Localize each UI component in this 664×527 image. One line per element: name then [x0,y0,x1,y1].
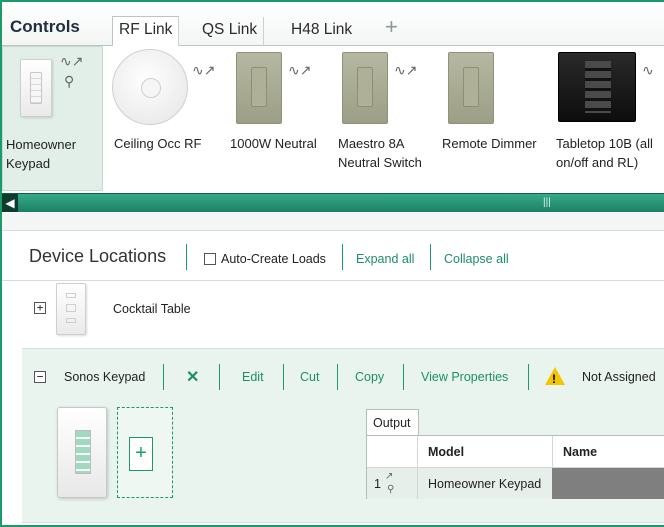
view-properties-link[interactable]: View Properties [421,370,508,384]
rf-signal-icon: ↗ [385,471,394,482]
gallery-item-tabletop-10b[interactable]: ∿ Tabletop 10B (all on/off and RL) [554,46,664,191]
collapse-icon[interactable]: − [34,371,46,383]
table-row[interactable]: 1 ↗ ⚲ Homeowner Keypad [367,467,664,499]
panel-divider [2,213,664,231]
gallery-scrollbar[interactable]: ◀ ||| [2,193,664,212]
gallery-item-label: Maestro 8A Neutral Switch [338,136,422,170]
row-index: 1 [374,477,381,491]
tab-rf-link[interactable]: RF Link [112,16,180,47]
toolbar-separator [342,244,343,270]
collapse-all-link[interactable]: Collapse all [444,252,509,266]
gallery-item-label: 1000W Neutral [230,136,317,151]
expand-all-link[interactable]: Expand all [356,252,414,266]
tab-qs-link-label: QS Link [202,21,258,38]
tab-rf-link-label: RF Link [119,21,173,38]
toolbar-separator [163,364,164,390]
tab-h48-link-label: H48 Link [291,21,353,38]
column-header-model[interactable]: Model [428,436,464,467]
rf-signal-icon: ∿↗ [60,53,84,69]
header-divider [2,280,664,281]
gallery-item-ceiling-occ-rf[interactable]: ∿↗ Ceiling Occ RF [108,46,224,191]
output-table: Model Name 1 ↗ ⚲ Homeowner Keypad [366,435,664,499]
gallery-item-label: Ceiling Occ RF [114,136,202,151]
device-gallery: ∿↗ ⚲ Homeowner Keypad ∿↗ Ceiling Occ RF … [2,46,664,192]
rf-signal-icon: ∿ [642,62,654,78]
row-model: Homeowner Keypad [428,477,542,491]
gallery-item-label: Tabletop 10B (all on/off and RL) [556,136,653,170]
tab-output[interactable]: Output [366,409,419,435]
rf-signal-icon: ∿↗ [288,62,312,78]
toolbar-separator [283,364,284,390]
cut-link[interactable]: Cut [300,370,319,384]
tab-bar: Controls RF Link QS Link H48 Link + [2,2,664,47]
tab-output-label: Output [373,416,411,430]
gallery-item-maestro-8a[interactable]: ∿↗ Maestro 8A Neutral Switch [336,46,440,191]
antenna-icon: ⚲ [387,484,395,495]
group-bottom-divider [22,522,664,523]
toolbar-separator [337,364,338,390]
device-locations-title: Device Locations [29,246,167,266]
switch-image [342,52,388,124]
auto-create-loads-label: Auto-Create Loads [221,252,326,266]
add-icon[interactable]: + [129,437,153,471]
column-header-name[interactable]: Name [563,436,597,467]
gallery-item-label: Homeowner Keypad [6,137,77,171]
dimmer-image [236,52,282,124]
add-device-slot[interactable]: + [117,407,173,498]
row-name-cell[interactable] [552,468,664,499]
rf-signal-icon: ∿↗ [192,62,216,78]
expand-icon[interactable]: + [34,302,46,314]
delete-icon[interactable]: ✕ [186,367,199,387]
edit-link[interactable]: Edit [242,370,264,384]
controls-heading: Controls [10,17,80,36]
keypad-image [20,59,52,117]
pico-remote-image [56,283,86,335]
assignment-status: Not Assigned [582,370,656,384]
gallery-item-label: Remote Dimmer [442,136,537,151]
tabletop-keypad-image [558,52,636,122]
antenna-icon: ⚲ [64,73,75,89]
gallery-item-remote-dimmer[interactable]: Remote Dimmer [438,46,550,191]
location-sonos-keypad[interactable]: Sonos Keypad [64,370,145,384]
copy-link[interactable]: Copy [355,370,384,384]
gallery-item-1000w-neutral[interactable]: ∿↗ 1000W Neutral [228,46,334,191]
scroll-grip-icon[interactable]: ||| [543,197,551,208]
rf-signal-icon: ∿↗ [394,62,418,78]
toolbar-separator [528,364,529,390]
toolbar-separator [219,364,220,390]
toolbar-separator [403,364,404,390]
remote-dimmer-image [448,52,494,124]
toolbar-separator [430,244,431,270]
gallery-item-homeowner-keypad[interactable]: ∿↗ ⚲ Homeowner Keypad [2,46,103,191]
add-tab-icon[interactable]: + [385,14,398,40]
tab-h48-link[interactable]: H48 Link [285,17,358,46]
occupancy-sensor-image [112,49,188,125]
tab-qs-link[interactable]: QS Link [196,17,265,46]
scroll-left-arrow-icon[interactable]: ◀ [2,194,18,212]
auto-create-loads-checkbox[interactable] [204,253,216,265]
warning-mark: ! [552,372,556,386]
toolbar-separator [186,244,187,270]
sonos-keypad-image[interactable] [57,407,107,498]
location-cocktail-table[interactable]: Cocktail Table [113,302,191,316]
